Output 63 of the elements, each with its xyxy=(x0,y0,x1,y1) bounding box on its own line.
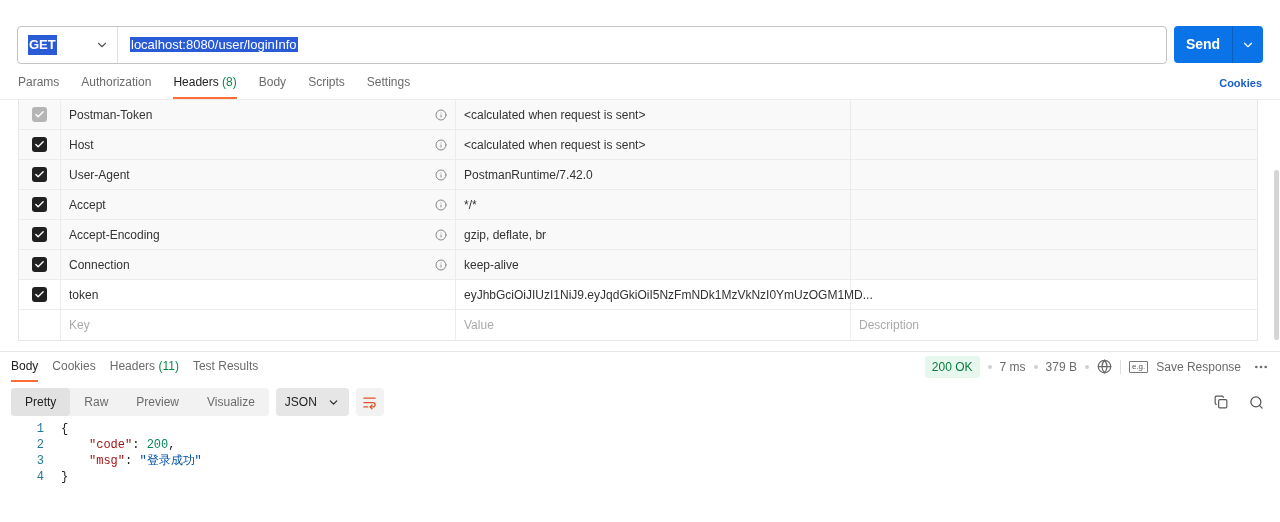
cookies-link[interactable]: Cookies xyxy=(1219,74,1262,99)
checkbox[interactable] xyxy=(32,287,47,302)
request-tab[interactable]: Scripts xyxy=(308,73,345,99)
response-tab[interactable]: Cookies xyxy=(52,351,96,382)
check-icon xyxy=(34,229,45,240)
check-icon xyxy=(34,259,45,270)
status-badge[interactable]: 200 OK xyxy=(924,355,980,378)
save-response-button[interactable]: Save Response xyxy=(1156,357,1241,376)
format-dropdown[interactable]: JSON xyxy=(275,388,349,416)
checkbox[interactable] xyxy=(32,197,47,212)
header-key: Accept-Encoding xyxy=(69,225,160,244)
url-input[interactable]: localhost:8080/user/loginInfo xyxy=(130,35,298,55)
request-tab[interactable]: Body xyxy=(258,73,287,99)
header-value: */* xyxy=(464,196,477,214)
response-size[interactable]: 379 B xyxy=(1045,357,1077,376)
request-tab[interactable]: Params xyxy=(18,73,60,99)
header-key: User-Agent xyxy=(69,165,130,184)
code-line: } xyxy=(61,469,69,486)
checkbox[interactable] xyxy=(32,167,47,182)
checkbox[interactable] xyxy=(32,137,47,152)
response-tab[interactable]: Body xyxy=(11,351,39,382)
check-icon xyxy=(34,199,45,210)
code-line: { xyxy=(61,421,69,438)
code-line: "code": 200, xyxy=(88,437,176,454)
line-number: 3 xyxy=(35,453,44,470)
response-time[interactable]: 7 ms xyxy=(999,357,1026,376)
header-key: Connection xyxy=(69,255,130,274)
request-tab[interactable]: Authorization xyxy=(81,73,152,99)
line-number: 1 xyxy=(35,421,44,438)
example-icon: e.g. xyxy=(1128,360,1149,373)
request-tab[interactable]: Settings xyxy=(366,73,411,99)
code-line: "msg": "登录成功" xyxy=(88,453,202,470)
header-value: PostmanRuntime/7.42.0 xyxy=(464,166,593,184)
wrap-text-icon xyxy=(362,394,378,410)
response-tab[interactable]: Test Results xyxy=(192,351,259,382)
checkbox[interactable] xyxy=(32,257,47,272)
copy-icon[interactable] xyxy=(1214,395,1228,409)
line-number: 4 xyxy=(35,469,44,486)
check-icon xyxy=(34,139,45,150)
header-value: <calculated when request is sent> xyxy=(464,136,646,154)
view-mode-tab[interactable]: Visualize xyxy=(193,388,269,416)
view-mode-tab[interactable]: Raw xyxy=(70,388,123,416)
view-mode-tab[interactable]: Pretty xyxy=(11,388,71,416)
check-icon xyxy=(34,169,45,180)
check-icon xyxy=(34,109,45,120)
header-value: keep-alive xyxy=(464,256,519,274)
header-key: Host xyxy=(69,135,94,154)
checkbox[interactable] xyxy=(32,227,47,242)
wrap-button[interactable] xyxy=(355,388,384,416)
header-value: eyJhbGciOiJIUzI1NiJ9.eyJqdGkiOiI5NzFmNDk1MzVkNzI0YmUzOGM1MD... xyxy=(464,286,873,304)
header-value: <calculated when request is sent> xyxy=(464,106,646,124)
response-tab[interactable]: Headers (11) xyxy=(109,351,179,382)
line-number: 2 xyxy=(35,437,44,454)
header-key: Accept xyxy=(69,195,106,214)
header-key: token xyxy=(69,285,99,304)
scrollbar[interactable] xyxy=(1274,170,1279,340)
method-dropdown[interactable]: GET xyxy=(18,27,118,63)
search-icon[interactable] xyxy=(1249,394,1264,410)
header-key: Postman-Token xyxy=(69,105,153,124)
header-value: gzip, deflate, br xyxy=(464,226,547,244)
check-icon xyxy=(34,289,45,300)
view-mode-tab[interactable]: Preview xyxy=(122,388,194,416)
globe-icon[interactable] xyxy=(1096,359,1112,374)
